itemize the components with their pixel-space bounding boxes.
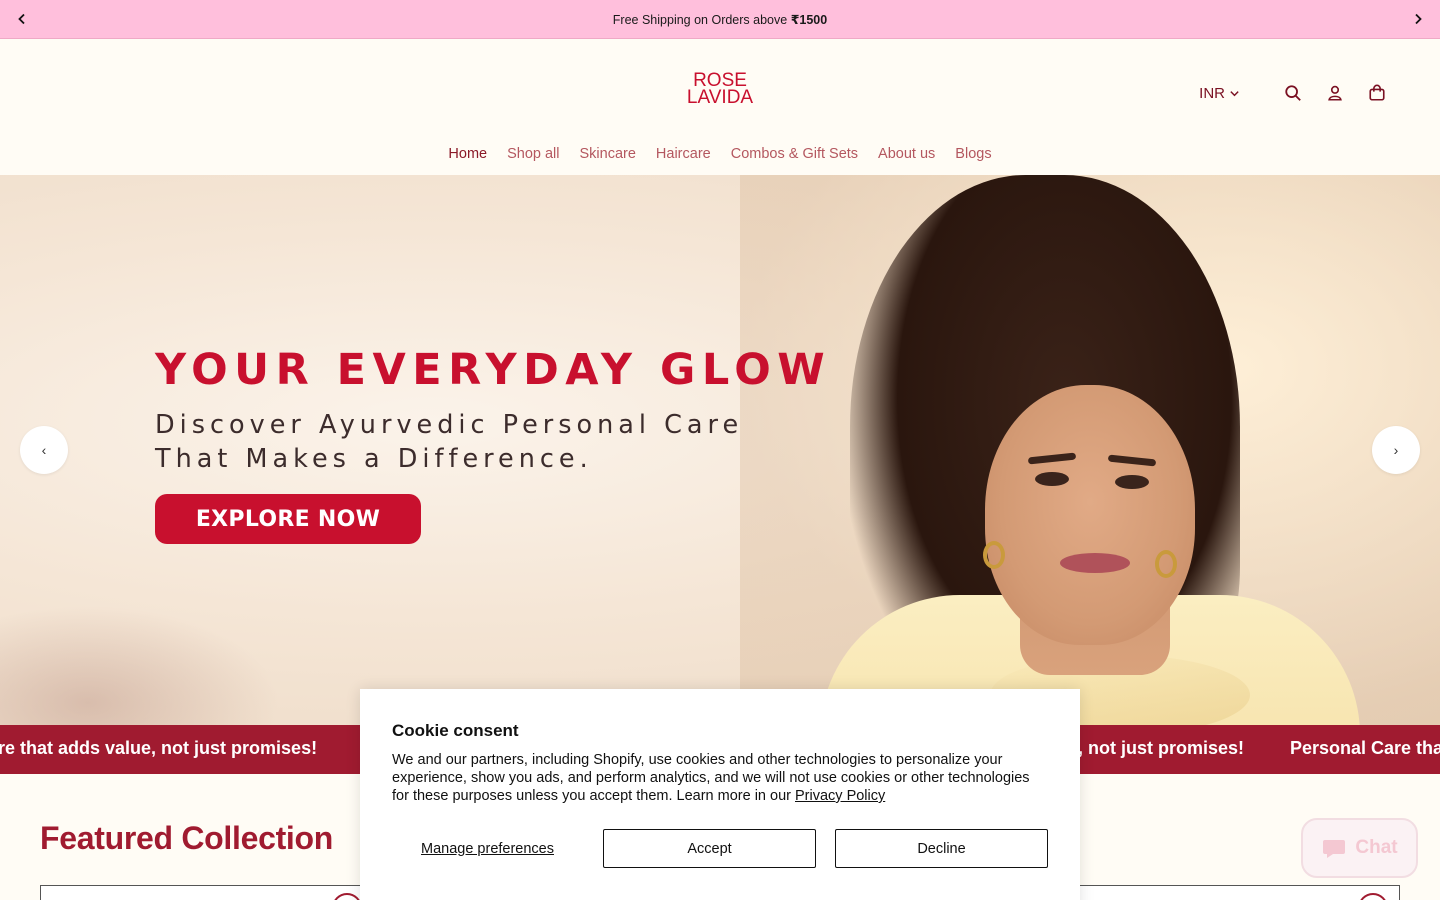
chevron-left-icon[interactable]: [13, 10, 31, 28]
hero-title: YOUR EVERYDAY GLOW: [155, 345, 832, 395]
account-icon[interactable]: [1324, 82, 1346, 104]
marquee-text: re that adds value, not just promises!: [0, 738, 318, 758]
chat-button[interactable]: Chat: [1301, 818, 1418, 878]
chevron-right-icon: ›: [1393, 442, 1399, 458]
chevron-left-icon: ‹: [41, 442, 47, 458]
hero-banner: YOUR EVERYDAY GLOW Discover Ayurvedic Pe…: [0, 175, 1440, 725]
model-earring-right: [1155, 550, 1177, 578]
chat-icon: [1323, 840, 1346, 858]
cart-icon[interactable]: [1366, 82, 1388, 104]
announcement-text: Free Shipping on Orders above ₹1500: [613, 12, 827, 27]
model-eye-right: [1115, 475, 1149, 489]
cookie-body: We and our partners, including Shopify, …: [392, 751, 1048, 805]
currency-selector[interactable]: INR: [1199, 85, 1240, 102]
chevron-right-icon[interactable]: [1409, 10, 1427, 28]
hero-subtitle: Discover Ayurvedic Personal Care That Ma…: [155, 408, 743, 476]
nav-item-skincare[interactable]: Skincare: [580, 146, 636, 162]
nav-item-combos-gift-sets[interactable]: Combos & Gift Sets: [731, 146, 858, 162]
nav-item-shop-all[interactable]: Shop all: [507, 146, 559, 162]
marquee-text: , not just promises!: [1078, 738, 1245, 758]
hero-plant-shadow: [0, 605, 280, 725]
logo-line-2: LAVIDA: [686, 87, 754, 108]
marquee-text: Personal Care tha: [1290, 738, 1440, 758]
slide-next-button[interactable]: ›: [1372, 426, 1420, 474]
main-nav: Home Shop all Skincare Haircare Combos &…: [0, 146, 1440, 162]
chevron-down-icon: [1230, 90, 1239, 96]
nav-item-haircare[interactable]: Haircare: [656, 146, 711, 162]
announcement-bar: Free Shipping on Orders above ₹1500: [0, 0, 1440, 39]
accept-button[interactable]: Accept: [603, 829, 816, 868]
featured-collection-title: Featured Collection: [40, 820, 334, 856]
nav-item-about-us[interactable]: About us: [878, 146, 935, 162]
model-face: [985, 385, 1195, 645]
nav-item-blogs[interactable]: Blogs: [955, 146, 991, 162]
nav-item-home[interactable]: Home: [448, 146, 487, 162]
announcement-amount: ₹1500: [790, 12, 828, 27]
manage-preferences-link[interactable]: Manage preferences: [392, 829, 583, 868]
slide-prev-button[interactable]: ‹: [20, 426, 68, 474]
cookie-body-text: We and our partners, including Shopify, …: [392, 752, 1030, 804]
currency-label: INR: [1199, 84, 1225, 102]
explore-now-button[interactable]: EXPLORE NOW: [155, 494, 421, 544]
cookie-consent-dialog: Cookie consent We and our partners, incl…: [360, 689, 1080, 900]
cookie-title: Cookie consent: [392, 721, 519, 740]
model-earring-left: [983, 541, 1005, 569]
product-card[interactable]: [1075, 885, 1400, 900]
hero-subtitle-line-2: That Makes a Difference.: [155, 444, 593, 474]
search-icon[interactable]: [1282, 82, 1304, 104]
header-actions: INR: [1199, 81, 1388, 105]
site-header: ROSE LAVIDA INR Home Shop all Skincare H…: [0, 39, 1440, 175]
decline-button[interactable]: Decline: [835, 829, 1048, 868]
model-eye-left: [1035, 472, 1069, 486]
model-lips: [1060, 553, 1130, 573]
announcement-prefix: Free Shipping on Orders above: [612, 12, 791, 27]
brand-logo[interactable]: ROSE LAVIDA: [686, 71, 754, 108]
cookie-actions: Manage preferences Accept Decline: [392, 829, 1048, 868]
product-card[interactable]: [40, 885, 370, 900]
privacy-policy-link[interactable]: Privacy Policy: [795, 788, 885, 804]
chat-label: Chat: [1355, 837, 1398, 858]
hero-subtitle-line-1: Discover Ayurvedic Personal Care: [155, 410, 744, 440]
